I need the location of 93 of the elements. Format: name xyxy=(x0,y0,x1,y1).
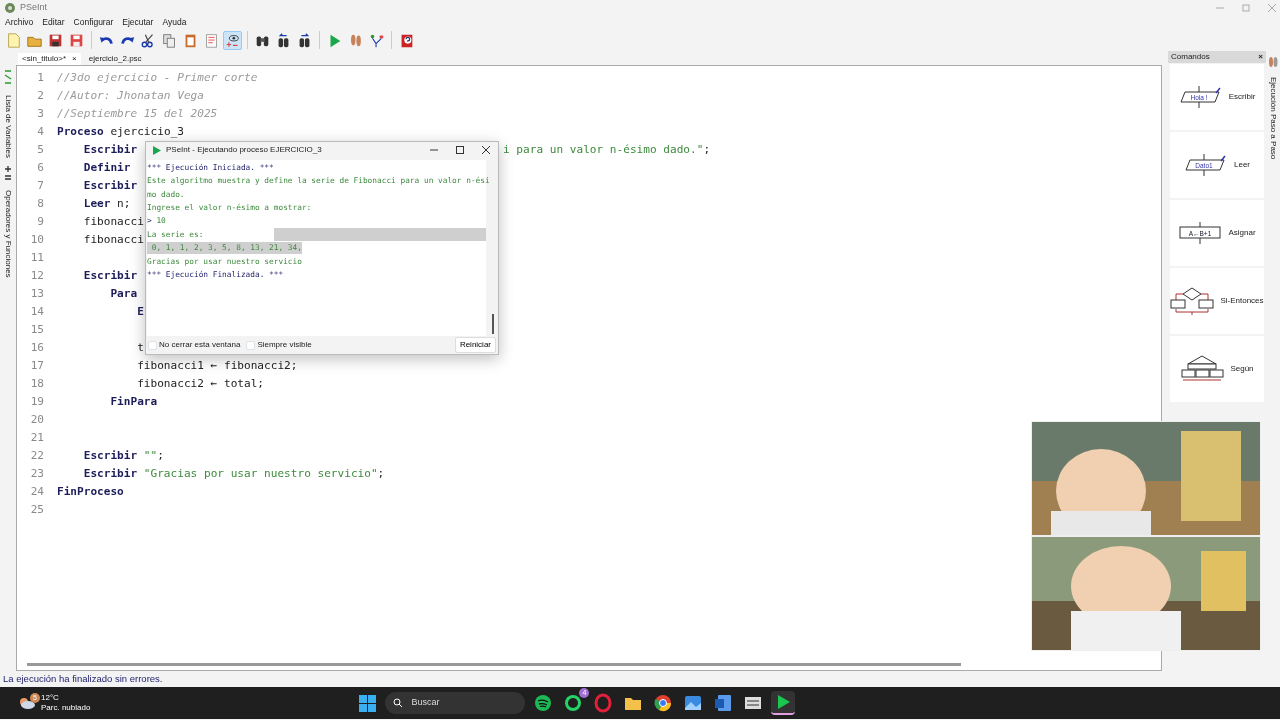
code-line: Escribir xyxy=(82,141,138,158)
app-logo-icon xyxy=(4,2,16,14)
line-number: 24 xyxy=(29,483,45,500)
cloud-icon xyxy=(18,696,36,710)
status-message: La ejecución ha finalizado sin errores. xyxy=(2,671,164,686)
tab-close-button[interactable]: × xyxy=(72,53,77,65)
panel-title: Comandos xyxy=(1171,51,1210,63)
line-number: 11 xyxy=(29,249,45,266)
command-item[interactable]: Si-Entonces xyxy=(1170,268,1264,334)
line-number: 15 xyxy=(29,321,45,338)
panel-close-button[interactable]: × xyxy=(1258,51,1263,63)
code-line: FinProceso xyxy=(57,483,124,500)
line-number: 8 xyxy=(36,195,45,212)
code-line: Leer n; xyxy=(82,195,131,212)
code-line: Escribir "Gracias por usar nuestro servicio"; xyxy=(82,465,385,482)
line-number: 2 xyxy=(36,87,45,104)
checkbox-label: No cerrar esta ventana xyxy=(159,339,241,351)
file-tab[interactable]: ejercicio_2.psc xyxy=(84,53,146,65)
line-number: 19 xyxy=(29,393,45,410)
code-line: fibonacci xyxy=(82,213,144,230)
code-line: //Septiembre 15 del 2025 xyxy=(57,105,218,122)
line-number: 20 xyxy=(29,411,45,428)
file-tab[interactable]: <sin_titulo>* × xyxy=(18,53,81,65)
code-line: Escribir ""; xyxy=(82,447,164,464)
line-number: 18 xyxy=(29,375,45,392)
menu-item[interactable]: Editar xyxy=(42,16,65,29)
checkbox[interactable] xyxy=(246,340,256,350)
command-item[interactable]: Según xyxy=(1170,336,1264,402)
side-panel-tab[interactable]: Operadores y Funciones xyxy=(2,190,14,278)
line-number: 9 xyxy=(36,213,45,230)
checkbox-label: Siempre visible xyxy=(257,339,312,351)
line-number: 25 xyxy=(29,501,45,518)
code-line: Definir xyxy=(82,159,131,176)
code-line: Proceso ejercicio_3 xyxy=(57,123,184,140)
code-line: fibonacci xyxy=(82,231,144,248)
line-number: 22 xyxy=(29,447,45,464)
code-line: //3do ejercicio - Primer corte xyxy=(57,69,258,86)
weather-description: Parc. nublado xyxy=(41,703,91,713)
line-number: 1 xyxy=(36,69,45,86)
code-line: t xyxy=(136,339,144,356)
line-number: 16 xyxy=(29,339,45,356)
menu-item[interactable]: Archivo xyxy=(5,16,34,29)
line-number: 6 xyxy=(36,159,45,176)
code-line: Escribir xyxy=(82,267,138,284)
code-line: E xyxy=(136,303,144,320)
code-line: fibonacci2 ← total; xyxy=(136,375,265,392)
minimize-icon[interactable] xyxy=(430,146,438,154)
checkbox[interactable] xyxy=(148,340,157,350)
close-icon[interactable] xyxy=(482,146,490,154)
photos-icon[interactable] xyxy=(683,693,704,713)
footprints-icon[interactable] xyxy=(1268,55,1278,69)
line-number: 5 xyxy=(36,141,45,158)
temperature: 12°C xyxy=(41,693,60,703)
line-number: 17 xyxy=(29,357,45,374)
code-line: Para xyxy=(109,285,138,302)
side-panel-tab[interactable]: Lista de Variables xyxy=(2,95,14,158)
line-number: 3 xyxy=(36,105,45,122)
document-app-icon[interactable] xyxy=(713,693,734,713)
line-number: 12 xyxy=(29,267,45,284)
search-field[interactable]: Buscar xyxy=(385,692,526,714)
code-line: fibonacci1 ← fibonacci2; xyxy=(136,357,298,374)
start-icon[interactable] xyxy=(357,693,378,713)
menu-item[interactable]: Ejecutar xyxy=(122,16,154,29)
code-line: FinPara xyxy=(109,393,158,410)
line-number: 23 xyxy=(29,465,45,482)
maximize-icon[interactable] xyxy=(456,146,464,154)
line-number: 10 xyxy=(29,231,45,248)
music-app-icon[interactable] xyxy=(533,693,554,713)
menu-item[interactable]: Ayuda xyxy=(162,16,187,29)
line-number: 7 xyxy=(36,177,45,194)
search-icon xyxy=(393,698,404,708)
chat-app-icon[interactable] xyxy=(563,693,584,713)
ring-browser-icon[interactable] xyxy=(593,693,614,713)
search-input[interactable]: Buscar xyxy=(409,695,518,711)
line-number: 21 xyxy=(29,429,45,446)
browser-icon[interactable] xyxy=(653,693,674,713)
restart-button[interactable]: Reiniciar xyxy=(454,337,496,353)
menu-item[interactable]: Configurar xyxy=(73,16,114,29)
play-icon xyxy=(152,145,161,155)
code-line: //Autor: Jhonatan Vega xyxy=(57,87,204,104)
multi-branch-shape-icon xyxy=(1180,355,1225,383)
eye-icon[interactable] xyxy=(223,30,242,50)
side-panel-tab[interactable]: Ejecución Paso a Paso xyxy=(1267,77,1279,160)
window-title: PSeInt xyxy=(20,1,48,15)
code-line: i para un valor n-ésimo dado."; xyxy=(503,141,711,158)
line-number: 13 xyxy=(29,285,45,302)
code-line: Escribir xyxy=(82,177,138,194)
window-title: PSeInt - Ejecutando proceso EJERCICIO_3 xyxy=(166,144,322,156)
decision-shape-icon xyxy=(1170,287,1215,315)
scrollbar[interactable] xyxy=(27,663,961,666)
line-number: 4 xyxy=(36,123,45,140)
line-number: 14 xyxy=(29,303,45,320)
scrollbar[interactable] xyxy=(492,314,494,334)
